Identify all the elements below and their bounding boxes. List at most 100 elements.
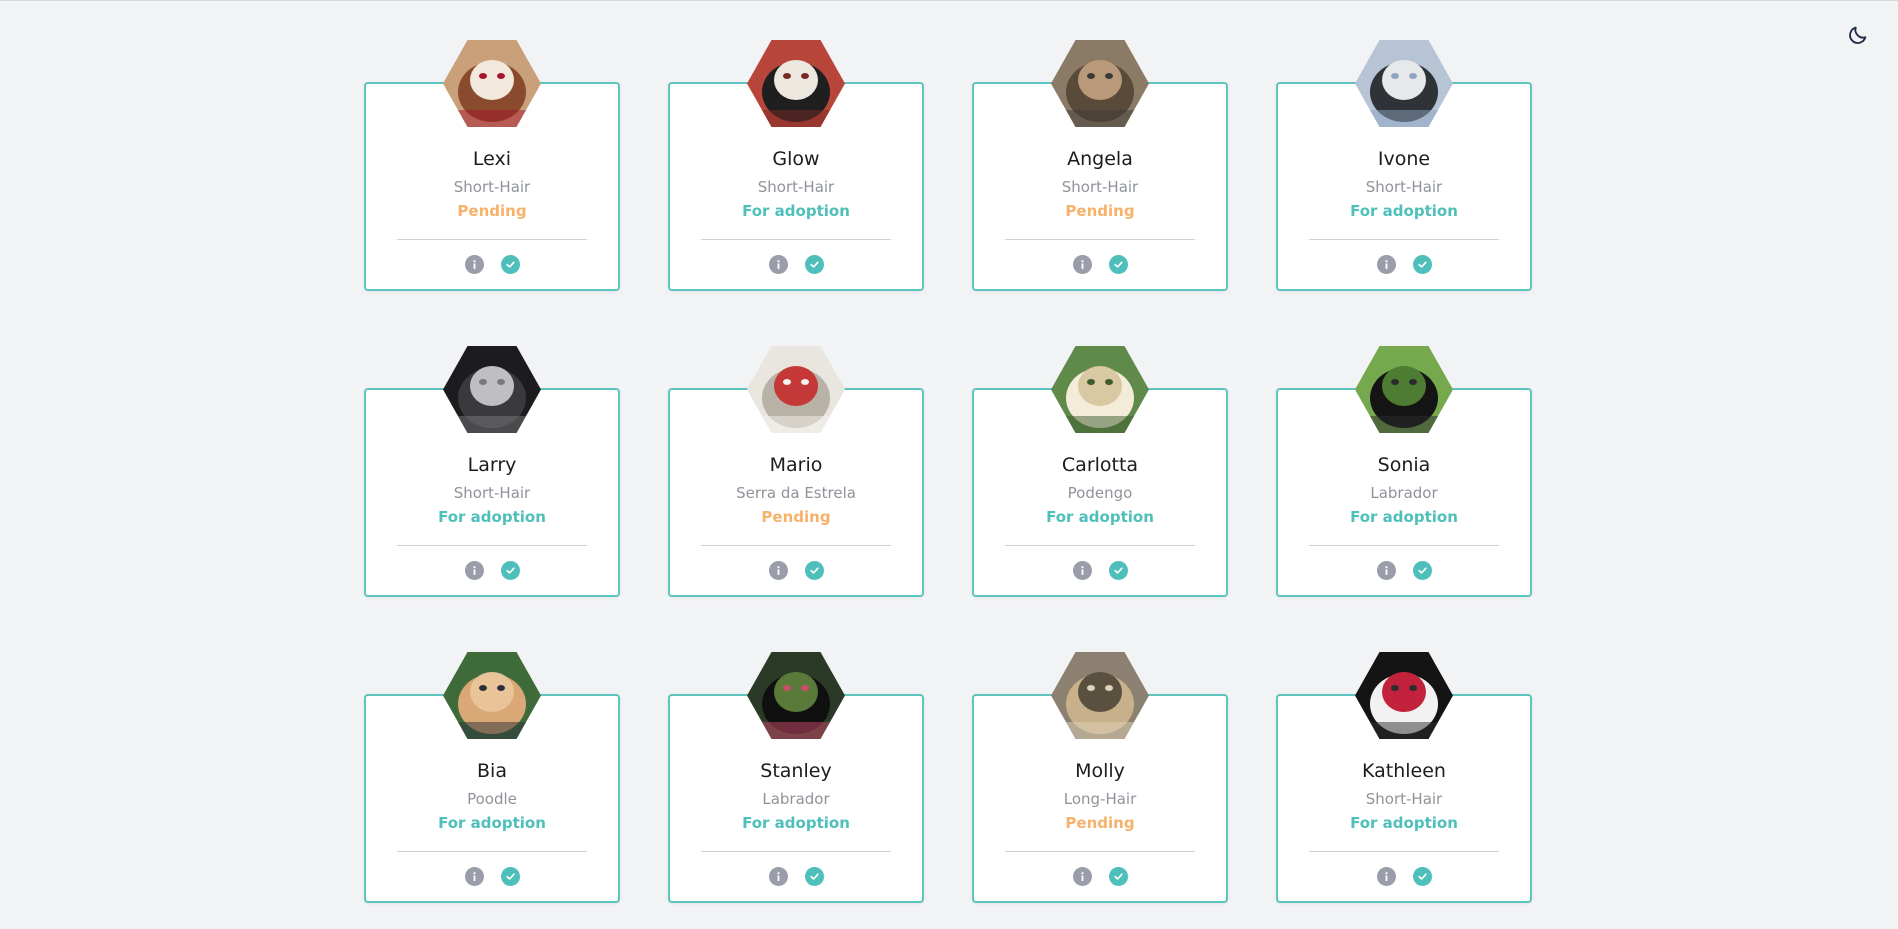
check-badge-icon	[1113, 567, 1123, 574]
check-badge-icon	[1417, 873, 1427, 880]
theme-toggle-button[interactable]	[1844, 21, 1872, 49]
card-actions	[1276, 867, 1532, 886]
pet-status: Pending	[457, 202, 527, 220]
pet-status: For adoption	[438, 814, 546, 832]
info-button[interactable]	[1376, 561, 1396, 580]
card-actions	[972, 561, 1228, 580]
pet-name: Carlotta	[1061, 454, 1139, 476]
pet-card[interactable]: Carlotta Podengo For adoption	[972, 346, 1228, 602]
pet-breed: Short-Hair	[1365, 790, 1443, 808]
card-divider	[701, 545, 891, 546]
info-icon	[776, 260, 780, 269]
info-button[interactable]	[1072, 867, 1092, 886]
pet-name: Lexi	[472, 148, 512, 170]
approve-button[interactable]	[1108, 867, 1128, 886]
pet-name: Mario	[769, 454, 823, 476]
pet-breed: Short-Hair	[453, 178, 531, 196]
pet-breed: Short-Hair	[757, 178, 835, 196]
approve-button[interactable]	[1412, 561, 1432, 580]
approve-button[interactable]	[804, 867, 824, 886]
check-badge-icon	[1113, 873, 1123, 880]
pet-card[interactable]: Kathleen Short-Hair For adoption	[1276, 652, 1532, 908]
info-button[interactable]	[1376, 255, 1396, 274]
check-badge-icon	[1417, 261, 1427, 268]
check-badge-icon	[1113, 261, 1123, 268]
pet-status: For adoption	[438, 508, 546, 526]
pet-card[interactable]: Glow Short-Hair For adoption	[668, 40, 924, 296]
pet-name: Angela	[1067, 148, 1133, 170]
info-button[interactable]	[1072, 255, 1092, 274]
pet-card[interactable]: Ivone Short-Hair For adoption	[1276, 40, 1532, 296]
info-button[interactable]	[464, 561, 484, 580]
check-badge-icon	[1417, 567, 1427, 574]
pet-status: Pending	[761, 508, 831, 526]
check-badge-icon	[505, 261, 515, 268]
check-badge-icon	[809, 261, 819, 268]
pet-name: Stanley	[760, 760, 832, 782]
card-actions	[668, 561, 924, 580]
info-icon	[1384, 260, 1388, 269]
approve-button[interactable]	[1108, 561, 1128, 580]
pet-status: For adoption	[742, 202, 850, 220]
approve-button[interactable]	[500, 867, 520, 886]
card-divider	[397, 239, 587, 240]
pet-breed: Short-Hair	[453, 484, 531, 502]
card-divider	[1005, 851, 1195, 852]
pet-name: Molly	[1075, 760, 1125, 782]
info-button[interactable]	[768, 561, 788, 580]
info-icon	[1080, 566, 1084, 575]
pet-status: For adoption	[742, 814, 850, 832]
check-badge-icon	[809, 567, 819, 574]
pet-breed: Short-Hair	[1061, 178, 1139, 196]
approve-button[interactable]	[1412, 255, 1432, 274]
pet-card[interactable]: Bia Poodle For adoption	[364, 652, 620, 908]
pet-status: For adoption	[1350, 814, 1458, 832]
pet-card[interactable]: Larry Short-Hair For adoption	[364, 346, 620, 602]
card-actions	[1276, 255, 1532, 274]
info-icon	[1384, 872, 1388, 881]
info-button[interactable]	[464, 255, 484, 274]
info-icon	[776, 872, 780, 881]
pet-name: Ivone	[1377, 148, 1431, 170]
approve-button[interactable]	[500, 561, 520, 580]
info-button[interactable]	[1072, 561, 1092, 580]
card-actions	[668, 867, 924, 886]
pet-card[interactable]: Sonia Labrador For adoption	[1276, 346, 1532, 602]
pet-breed: Poodle	[467, 790, 517, 808]
pet-card[interactable]: Angela Short-Hair Pending	[972, 40, 1228, 296]
pet-card[interactable]: Lexi Short-Hair Pending	[364, 40, 620, 296]
pet-breed: Serra da Estrela	[736, 484, 856, 502]
info-icon	[1384, 566, 1388, 575]
pet-card[interactable]: Molly Long-Hair Pending	[972, 652, 1228, 908]
info-button[interactable]	[768, 255, 788, 274]
card-divider	[397, 545, 587, 546]
pet-card[interactable]: Mario Serra da Estrela Pending	[668, 346, 924, 602]
card-divider	[1309, 239, 1499, 240]
card-actions	[364, 255, 620, 274]
approve-button[interactable]	[1412, 867, 1432, 886]
card-actions	[972, 255, 1228, 274]
pet-status: For adoption	[1350, 202, 1458, 220]
pet-breed: Short-Hair	[1365, 178, 1443, 196]
info-icon	[472, 260, 476, 269]
pet-breed: Labrador	[762, 790, 830, 808]
card-actions	[972, 867, 1228, 886]
pet-status: For adoption	[1350, 508, 1458, 526]
card-divider	[1005, 545, 1195, 546]
info-icon	[472, 872, 476, 881]
pet-card[interactable]: Stanley Labrador For adoption	[668, 652, 924, 908]
info-button[interactable]	[768, 867, 788, 886]
pet-status: Pending	[1065, 814, 1135, 832]
approve-button[interactable]	[804, 561, 824, 580]
check-badge-icon	[809, 873, 819, 880]
card-divider	[1005, 239, 1195, 240]
pet-name: Larry	[467, 454, 517, 476]
info-button[interactable]	[464, 867, 484, 886]
card-actions	[364, 867, 620, 886]
info-button[interactable]	[1376, 867, 1396, 886]
approve-button[interactable]	[804, 255, 824, 274]
approve-button[interactable]	[1108, 255, 1128, 274]
pet-status: Pending	[1065, 202, 1135, 220]
card-divider	[1309, 851, 1499, 852]
approve-button[interactable]	[500, 255, 520, 274]
